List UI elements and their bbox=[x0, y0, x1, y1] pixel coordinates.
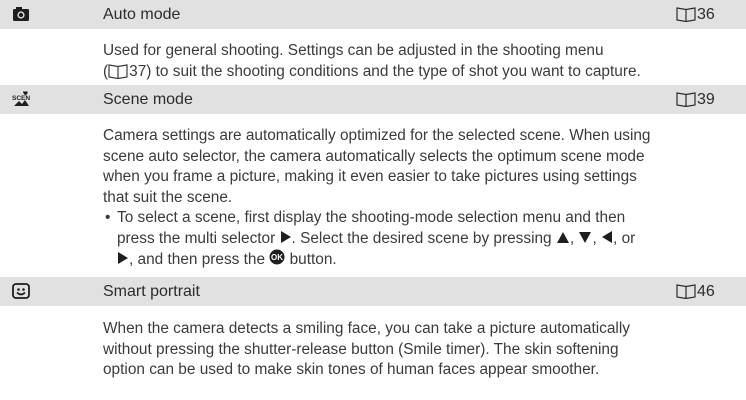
auto-mode-page-number: 36 bbox=[697, 6, 715, 23]
auto-mode-line-1: Used for general shooting. Settings can … bbox=[103, 42, 604, 59]
bullet-line-3-c: button. bbox=[289, 251, 337, 268]
smart-portrait-header: Smart portrait 46 bbox=[0, 277, 746, 306]
right-arrow-icon bbox=[118, 252, 128, 264]
smart-portrait-line-1: When the camera detects a smiling face, … bbox=[103, 320, 630, 337]
scene-mode-title: Scene mode bbox=[103, 91, 193, 108]
separator: , bbox=[569, 229, 575, 247]
up-arrow-icon bbox=[556, 231, 569, 243]
scene-mode-description: Camera settings are automatically optimi… bbox=[103, 126, 743, 271]
smart-portrait-page-ref: 46 bbox=[676, 283, 715, 301]
bullet-line-3: , and then press the OK button. bbox=[117, 249, 743, 271]
bullet-line-2-a: press the multi selector bbox=[117, 229, 276, 247]
smart-portrait-title: Smart portrait bbox=[103, 283, 200, 300]
bullet-line-3-b: , and then press the bbox=[129, 251, 266, 268]
bullet-line-2-b: . Select the desired scene by pressing bbox=[291, 229, 552, 247]
bullet-dot: • bbox=[105, 209, 111, 226]
scene-mode-page-ref: 39 bbox=[676, 91, 715, 109]
left-arrow-icon bbox=[602, 230, 613, 243]
auto-mode-header: Auto mode 36 bbox=[0, 0, 746, 29]
scene-mode-line-4: that suit the scene. bbox=[103, 188, 233, 206]
smart-portrait-line-2: without pressing the shutter-release but… bbox=[103, 340, 619, 358]
bullet-line-1: To select a scene, first display the sho… bbox=[117, 209, 626, 226]
scene-mode-page-number: 39 bbox=[697, 91, 715, 108]
auto-mode-line-2-text: 37) to suit the shooting conditions and … bbox=[129, 62, 641, 80]
scene-mode-bullet: • To select a scene, first display the s… bbox=[103, 208, 743, 271]
scene-mode-line-1: Camera settings are automatically optimi… bbox=[103, 127, 651, 144]
scene-mode-header: SCENE Scene mode 39 bbox=[0, 85, 746, 114]
camera-icon bbox=[13, 7, 29, 21]
smart-portrait-page-number: 46 bbox=[697, 283, 715, 300]
scene-mode-line-2: scene auto selector, the camera automati… bbox=[103, 147, 645, 165]
scene-mode-line-3: when you frame a picture, making it even… bbox=[103, 168, 637, 185]
smile-icon bbox=[12, 283, 30, 299]
smart-portrait-description: When the camera detects a smiling face, … bbox=[103, 319, 743, 381]
book-icon bbox=[676, 7, 696, 22]
scene-icon: SCENE bbox=[12, 91, 30, 106]
auto-mode-title: Auto mode bbox=[103, 6, 181, 23]
svg-text:OK: OK bbox=[271, 253, 283, 262]
bullet-line-2: press the multi selector . Select the de… bbox=[117, 229, 743, 250]
book-icon bbox=[108, 63, 128, 79]
book-icon bbox=[676, 92, 696, 107]
ok-button-icon: OK bbox=[269, 249, 285, 265]
svg-text:SCENE: SCENE bbox=[12, 95, 30, 102]
auto-mode-line-2: ( 37) to suit the shooting conditions an… bbox=[103, 62, 743, 83]
separator: , bbox=[592, 229, 597, 247]
auto-mode-description: Used for general shooting. Settings can … bbox=[103, 41, 743, 82]
book-icon bbox=[676, 284, 696, 299]
down-arrow-icon bbox=[579, 231, 592, 243]
auto-mode-page-ref: 36 bbox=[676, 6, 715, 24]
smart-portrait-line-3: option can be used to make skin tones of… bbox=[103, 361, 600, 378]
separator: , or bbox=[613, 229, 636, 247]
right-arrow-icon bbox=[280, 230, 291, 243]
